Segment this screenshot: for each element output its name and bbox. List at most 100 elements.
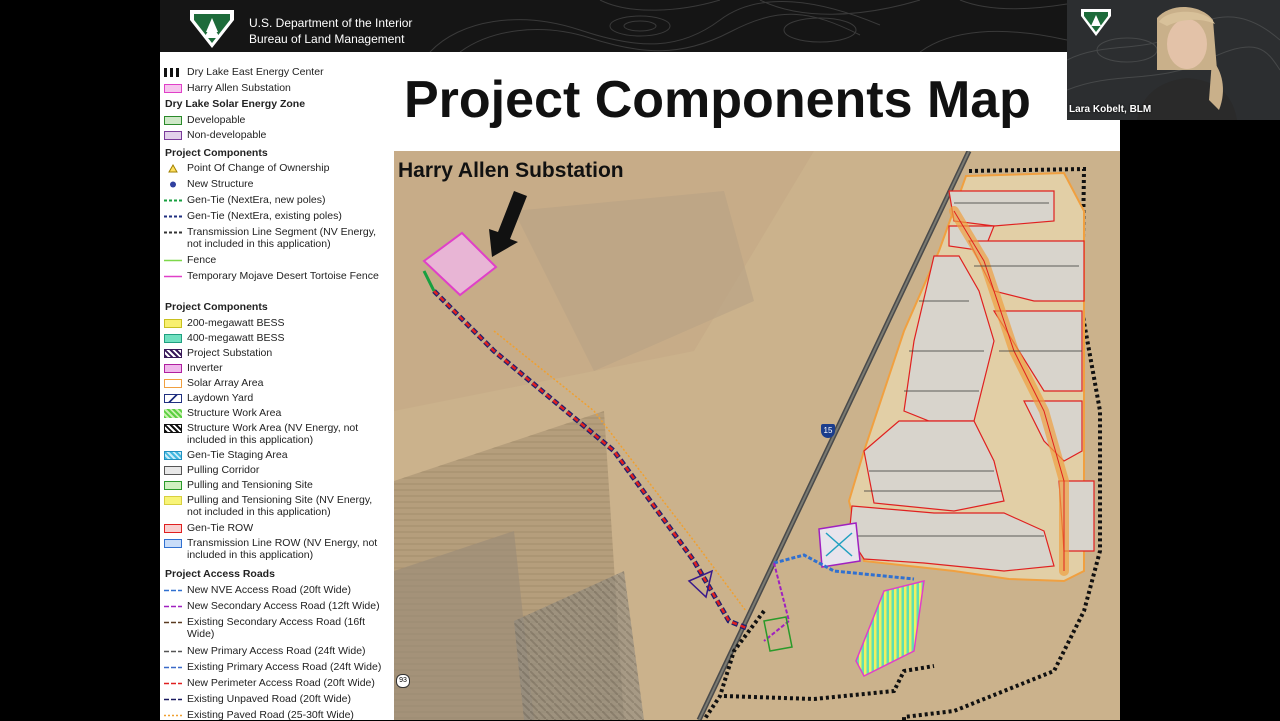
legend-label: Dry Lake East Energy Center (187, 66, 324, 78)
transmission-row-swatch (164, 539, 182, 548)
road-line-icon (164, 682, 182, 685)
legend-item: Inverter (164, 362, 223, 374)
legend-label: Pulling and Tensioning Site (187, 479, 313, 491)
slide-title: Project Components Map (404, 71, 1031, 129)
agency-banner: U.S. Department of the Interior Bureau o… (160, 0, 1067, 52)
developable-swatch (164, 116, 182, 125)
road-line-icon (164, 714, 182, 717)
dashed-line-icon (164, 231, 182, 234)
legend-item: Developable (164, 114, 245, 126)
staging-area-swatch (164, 451, 182, 460)
legend-item: Existing Unpaved Road (20ft Wide) (164, 693, 351, 705)
legend-label: Solar Array Area (187, 377, 264, 389)
legend-label: Existing Paved Road (25-30ft Wide) (187, 709, 354, 721)
legend-label: New Structure (187, 178, 254, 190)
legend-label: Structure Work Area (NV Energy, not incl… (187, 422, 359, 446)
legend-item: Laydown Yard (164, 392, 253, 404)
line-icon (164, 259, 182, 262)
legend-label: Existing Primary Access Road (24ft Wide) (187, 661, 382, 673)
triangle-icon (168, 164, 178, 173)
legend-item: Fence (164, 254, 216, 266)
dashed-line-icon (164, 215, 182, 218)
road-line-icon (164, 698, 182, 701)
legend-item: Existing Secondary Access Road (16ft Wid… (164, 616, 386, 640)
legend-label: New Secondary Access Road (12ft Wide) (187, 600, 380, 612)
legend-item: Dry Lake East Energy Center (164, 66, 324, 78)
laydown-yard-swatch (164, 394, 182, 403)
agency-line-2: Bureau of Land Management (249, 32, 405, 46)
inverter-swatch (164, 364, 182, 373)
legend-label: Pulling and Tensioning Site (NV Energy, … (187, 494, 373, 518)
structure-work-area-swatch (164, 409, 182, 418)
project-map: Harry Allen Substation 15 93 (394, 151, 1120, 720)
road-line-icon (164, 589, 182, 592)
gen-tie-row-swatch (164, 524, 182, 533)
substation-swatch (164, 84, 182, 93)
legend-item: Gen-Tie Staging Area (164, 449, 288, 461)
road-line-icon (164, 605, 182, 608)
legend-label: New NVE Access Road (20ft Wide) (187, 584, 351, 596)
agency-line-1: U.S. Department of the Interior (249, 16, 413, 30)
legend-heading: Project Access Roads (165, 568, 275, 580)
map-legend: Dry Lake East Energy Center Harry Allen … (160, 62, 392, 721)
bess-400-swatch (164, 334, 182, 343)
dot-icon (170, 181, 176, 188)
legend-label: Gen-Tie (NextEra, existing poles) (187, 210, 342, 222)
structure-work-area-nve-swatch (164, 424, 182, 433)
legend-item: Gen-Tie (NextEra, new poles) (164, 194, 326, 206)
legend-item: Harry Allen Substation (164, 82, 291, 94)
legend-item: Transmission Line ROW (NV Energy, not in… (164, 537, 386, 561)
legend-item: Transmission Line Segment (NV Energy, no… (164, 226, 386, 250)
solar-array-swatch (164, 379, 182, 388)
legend-item: Project Substation (164, 347, 272, 359)
road-line-icon (164, 666, 182, 669)
legend-label: Pulling Corridor (187, 464, 260, 476)
legend-label: Gen-Tie (NextEra, new poles) (187, 194, 326, 206)
slide: Dry Lake East Energy Center Harry Allen … (160, 52, 1120, 721)
legend-item: Existing Primary Access Road (24ft Wide) (164, 661, 381, 673)
legend-label: 400-megawatt BESS (187, 332, 285, 344)
dashed-line-icon (164, 199, 182, 202)
legend-label: Gen-Tie Staging Area (187, 449, 288, 461)
legend-label: Fence (187, 254, 217, 266)
non-developable-swatch (164, 131, 182, 140)
legend-label: Point Of Change of Ownership (187, 162, 330, 174)
legend-item: 200-megawatt BESS (164, 317, 284, 329)
harry-allen-callout: Harry Allen Substation (398, 159, 624, 182)
legend-item: Structure Work Area (NV Energy, not incl… (164, 422, 386, 446)
legend-item: New Primary Access Road (24ft Wide) (164, 645, 366, 657)
road-line-icon (164, 621, 182, 624)
map-canvas (394, 151, 1120, 720)
pulling-site-swatch (164, 481, 182, 490)
blm-logo (190, 10, 234, 48)
legend-item: Pulling Corridor (164, 464, 259, 476)
legend-item: Non-developable (164, 129, 266, 141)
legend-item: Pulling and Tensioning Site (164, 479, 313, 491)
legend-item: Point Of Change of Ownership (164, 162, 329, 174)
legend-heading: Project Components (165, 147, 268, 159)
legend-item: Gen-Tie (NextEra, existing poles) (164, 210, 342, 222)
webcam-tile[interactable]: Lara Kobelt, BLM (1067, 0, 1280, 120)
blm-logo-small (1081, 9, 1111, 36)
checker-swatch (164, 68, 182, 77)
legend-label: Existing Unpaved Road (20ft Wide) (187, 693, 351, 705)
legend-label: Non-developable (187, 129, 267, 141)
legend-label: Project Substation (187, 347, 273, 359)
legend-label: Gen-Tie ROW (187, 522, 254, 534)
legend-label: Existing Secondary Access Road (16ft Wid… (187, 616, 366, 640)
pulling-site-nve-swatch (164, 496, 182, 505)
legend-label: Transmission Line Segment (NV Energy, no… (187, 226, 377, 250)
legend-label: Temporary Mojave Desert Tortoise Fence (187, 270, 379, 282)
legend-item: Gen-Tie ROW (164, 522, 253, 534)
legend-label: Inverter (187, 362, 223, 374)
project-substation-swatch (164, 349, 182, 358)
legend-label: New Perimeter Access Road (20ft Wide) (187, 677, 375, 689)
legend-heading: Dry Lake Solar Energy Zone (165, 98, 306, 110)
legend-item: Structure Work Area (164, 407, 281, 419)
interstate-shield: 15 (821, 424, 835, 438)
legend-heading: Project Components (165, 301, 268, 313)
legend-label: New Primary Access Road (24ft Wide) (187, 645, 366, 657)
legend-label: Laydown Yard (187, 392, 254, 404)
legend-item: 400-megawatt BESS (164, 332, 284, 344)
participant-name: Lara Kobelt, BLM (1069, 104, 1152, 115)
